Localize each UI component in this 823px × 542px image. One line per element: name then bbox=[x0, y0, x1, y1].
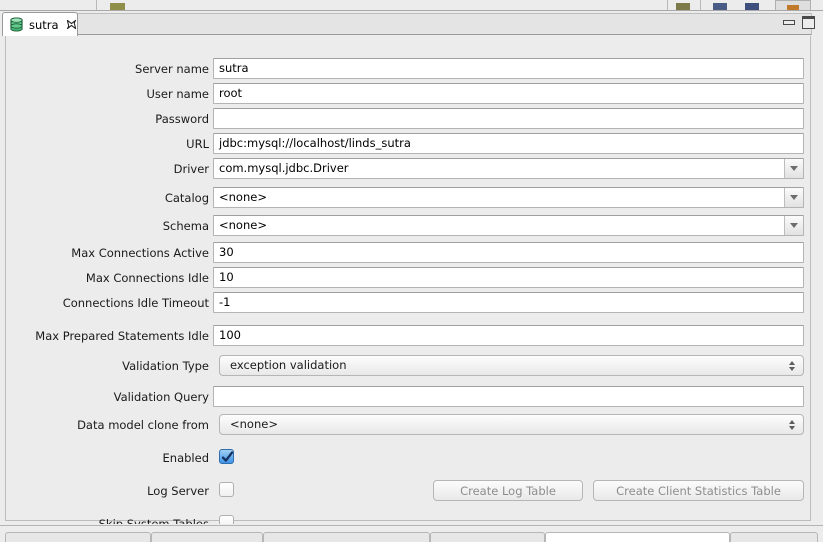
form-label-wrap: URL bbox=[6, 133, 209, 155]
text-input[interactable]: 30 bbox=[213, 242, 804, 263]
combo-box[interactable]: <none> bbox=[213, 187, 804, 208]
action-button[interactable]: Create Log Table bbox=[433, 480, 583, 501]
form-row: Server name sutra bbox=[6, 58, 812, 80]
editor-tabfolder: sutra Server name sutra User name root Passw… bbox=[0, 11, 823, 531]
form-label-wrap: Server name bbox=[6, 58, 209, 80]
form-row: Catalog <none> bbox=[6, 187, 812, 209]
action-button[interactable]: Create Client Statistics Table bbox=[593, 480, 804, 501]
connection-settings-form: Server name sutra User name root Password URL… bbox=[5, 36, 812, 531]
popup-button[interactable]: <none> bbox=[219, 414, 804, 435]
close-icon[interactable] bbox=[66, 19, 77, 30]
view-tab[interactable] bbox=[5, 532, 151, 542]
text-input[interactable]: 100 bbox=[213, 325, 804, 346]
form-row: Connections Idle Timeout -1 bbox=[6, 292, 812, 314]
text-input[interactable]: 10 bbox=[213, 267, 804, 288]
check-icon bbox=[221, 451, 234, 462]
form-label-wrap: Driver bbox=[6, 158, 209, 180]
form-label-wrap: Max Prepared Statements Idle bbox=[6, 325, 209, 347]
bottom-strip-rule bbox=[0, 525, 823, 526]
form-label-wrap: Data model clone from bbox=[6, 414, 209, 436]
text-input[interactable]: sutra bbox=[213, 58, 804, 79]
form-row: Validation Query bbox=[6, 386, 812, 408]
form-label-wrap: Schema bbox=[6, 215, 209, 237]
form-row: Schema <none> bbox=[6, 215, 812, 237]
view-tab[interactable] bbox=[545, 532, 730, 542]
combo-box[interactable]: com.mysql.jdbc.Driver bbox=[213, 158, 804, 179]
view-tab[interactable] bbox=[151, 532, 263, 542]
text-input[interactable]: jdbc:mysql://localhost/linds_sutra bbox=[213, 133, 804, 154]
form-row: Validation Type exception validation bbox=[6, 355, 812, 377]
editor-tab-sutra[interactable]: sutra bbox=[2, 12, 78, 36]
form-row: Enabled bbox=[6, 447, 812, 469]
form-field-label: Data model clone from bbox=[77, 418, 209, 432]
editor-tab-label: sutra bbox=[29, 17, 59, 32]
checkbox-label: Enabled bbox=[162, 451, 209, 465]
form-label-wrap: Max Connections Idle bbox=[6, 267, 209, 289]
combo-box[interactable]: <none> bbox=[213, 215, 804, 236]
checkbox[interactable] bbox=[219, 449, 234, 464]
application-window: sutra Server name sutra User name root Passw… bbox=[0, 0, 823, 542]
database-icon bbox=[10, 17, 23, 32]
form-label-wrap: Validation Type bbox=[6, 355, 209, 377]
form-field-label: Max Prepared Statements Idle bbox=[35, 329, 209, 343]
form-label-wrap: Max Connections Active bbox=[6, 242, 209, 264]
form-label-wrap: Validation Query bbox=[6, 386, 209, 408]
combo-box-value: <none> bbox=[219, 190, 267, 204]
chevron-down-icon[interactable] bbox=[784, 159, 803, 178]
form-field-label: Driver bbox=[173, 162, 209, 176]
form-label-wrap: Catalog bbox=[6, 187, 209, 209]
form-field-label: User name bbox=[146, 87, 209, 101]
form-field-label: Validation Query bbox=[113, 390, 209, 404]
view-tab[interactable] bbox=[263, 532, 430, 542]
view-tab[interactable] bbox=[430, 532, 545, 542]
form-field-label: Password bbox=[155, 112, 209, 126]
form-field-label: Connections Idle Timeout bbox=[62, 296, 209, 310]
bottom-view-tabs bbox=[0, 524, 823, 542]
tab-row-empty-area bbox=[77, 13, 812, 35]
form-label-wrap: Connections Idle Timeout bbox=[6, 292, 209, 314]
form-row: Data model clone from <none> bbox=[6, 414, 812, 436]
combo-box-value: <none> bbox=[219, 218, 267, 232]
form-row: Password bbox=[6, 108, 812, 130]
form-row: User name root bbox=[6, 83, 812, 105]
popup-button-value: exception validation bbox=[230, 358, 347, 372]
form-field-label: URL bbox=[186, 137, 209, 151]
updown-arrows-icon[interactable] bbox=[789, 419, 795, 430]
form-label-wrap: User name bbox=[6, 83, 209, 105]
checkbox-label: Log Server bbox=[147, 484, 209, 498]
form-field-label: Max Connections Idle bbox=[85, 271, 209, 285]
chevron-down-icon[interactable] bbox=[784, 188, 803, 207]
form-label-wrap: Log Server bbox=[6, 480, 209, 502]
popup-button-value: <none> bbox=[230, 417, 278, 431]
updown-arrows-icon[interactable] bbox=[789, 360, 795, 371]
form-field-label: Schema bbox=[162, 219, 209, 233]
toolbar-clipped bbox=[0, 0, 823, 11]
maximize-icon[interactable] bbox=[802, 16, 815, 29]
form-field-label: Max Connections Active bbox=[71, 246, 209, 260]
form-row: Max Connections Active 30 bbox=[6, 242, 812, 264]
popup-button[interactable]: exception validation bbox=[219, 355, 804, 376]
window-controls bbox=[783, 16, 815, 29]
combo-box-value: com.mysql.jdbc.Driver bbox=[219, 161, 349, 175]
form-field-label: Catalog bbox=[164, 191, 209, 205]
view-tab[interactable] bbox=[730, 532, 818, 542]
form-row: Driver com.mysql.jdbc.Driver bbox=[6, 158, 812, 180]
minimize-icon[interactable] bbox=[783, 17, 795, 28]
checkbox[interactable] bbox=[219, 482, 234, 497]
form-label-wrap: Password bbox=[6, 108, 209, 130]
form-label-wrap: Enabled bbox=[6, 447, 209, 469]
chevron-down-icon[interactable] bbox=[784, 216, 803, 235]
text-input[interactable] bbox=[213, 108, 804, 129]
form-field-label: Validation Type bbox=[122, 359, 209, 373]
text-input[interactable]: -1 bbox=[213, 292, 804, 313]
text-input[interactable] bbox=[213, 386, 804, 407]
tab-row: sutra bbox=[0, 11, 823, 36]
form-row: Max Connections Idle 10 bbox=[6, 267, 812, 289]
form-row: URL jdbc:mysql://localhost/linds_sutra bbox=[6, 133, 812, 155]
text-input[interactable]: root bbox=[213, 83, 804, 104]
form-row: Max Prepared Statements Idle 100 bbox=[6, 325, 812, 347]
form-field-label: Server name bbox=[135, 62, 209, 76]
